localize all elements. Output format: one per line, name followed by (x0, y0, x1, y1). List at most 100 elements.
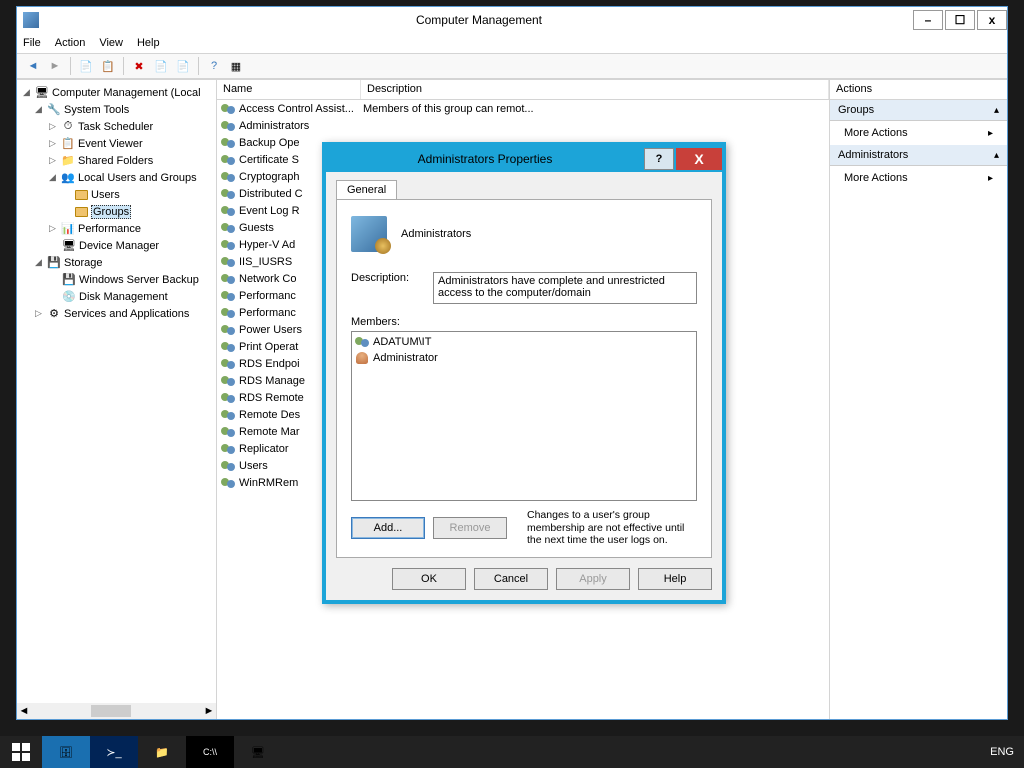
help-button[interactable]: Help (638, 568, 712, 590)
group-icon (220, 203, 236, 219)
back-button[interactable]: ◄ (23, 56, 43, 76)
remove-button[interactable]: Remove (433, 517, 507, 539)
group-icon (220, 271, 236, 287)
member-row[interactable]: ADATUM\IT (354, 334, 694, 350)
forward-button[interactable]: ► (45, 56, 65, 76)
group-icon (220, 220, 236, 236)
tree-users[interactable]: Users (17, 186, 216, 203)
member-icon (354, 334, 370, 350)
tree-storage[interactable]: ◢💾Storage (17, 254, 216, 271)
group-icon (220, 322, 236, 338)
tree-pane: ◢🖥Computer Management (Local ◢🔧System To… (17, 80, 217, 719)
group-icon (220, 152, 236, 168)
member-name: Administrator (373, 352, 438, 364)
toolbar: ◄ ► 📄 📋 ✖ 📄 📄 ? ▦ (17, 53, 1007, 79)
properties-dialog: Administrators Properties ? X General Ad… (322, 142, 726, 604)
group-icon (220, 424, 236, 440)
menubar: File Action View Help (17, 33, 1007, 53)
tree-system-tools[interactable]: ◢🔧System Tools (17, 101, 216, 118)
membership-note: Changes to a user's group membership are… (527, 509, 697, 547)
start-button[interactable] (0, 736, 42, 768)
taskbar-cmd[interactable]: C:\\ (186, 736, 234, 768)
taskbar-powershell[interactable]: ≻_ (90, 736, 138, 768)
list-row[interactable]: Administrators (217, 117, 829, 134)
tree-ws-backup[interactable]: 💾Windows Server Backup (17, 271, 216, 288)
group-icon (220, 186, 236, 202)
export-icon[interactable]: 📄 (173, 56, 193, 76)
titlebar: Computer Management – ☐ x (17, 7, 1007, 33)
tree-event-viewer[interactable]: ▷📋Event Viewer (17, 135, 216, 152)
list-row[interactable]: Access Control Assist...Members of this … (217, 100, 829, 117)
actions-section-groups[interactable]: Groups▴ (830, 100, 1007, 121)
taskbar: 🗄 ≻_ 📁 C:\\ 🖥 ENG (0, 736, 1024, 768)
tree-device-manager[interactable]: 🖥Device Manager (17, 237, 216, 254)
tree-shared-folders[interactable]: ▷📁Shared Folders (17, 152, 216, 169)
tab-general[interactable]: General (336, 180, 397, 199)
group-icon (220, 373, 236, 389)
description-label: Description: (351, 272, 433, 284)
col-name[interactable]: Name (217, 80, 361, 99)
row-name: Administrators (239, 120, 363, 132)
tree-services-apps[interactable]: ▷⚙Services and Applications (17, 305, 216, 322)
tree-scrollbar[interactable]: ◄► (17, 703, 216, 719)
col-description[interactable]: Description (361, 80, 829, 99)
language-indicator[interactable]: ENG (990, 746, 1014, 758)
tree-task-scheduler[interactable]: ▷⏱Task Scheduler (17, 118, 216, 135)
taskbar-explorer[interactable]: 📁 (138, 736, 186, 768)
taskbar-server-manager[interactable]: 🗄 (42, 736, 90, 768)
member-row[interactable]: Administrator (354, 350, 694, 366)
menu-file[interactable]: File (23, 37, 41, 49)
group-icon (220, 356, 236, 372)
dialog-close-button[interactable]: X (676, 148, 722, 170)
apply-button[interactable]: Apply (556, 568, 630, 590)
list-header: Name Description (217, 80, 829, 100)
group-icon (220, 169, 236, 185)
member-icon (354, 350, 370, 366)
row-name: Access Control Assist... (239, 103, 363, 115)
menu-help[interactable]: Help (137, 37, 160, 49)
actions-more-admins[interactable]: More Actions▸ (830, 166, 1007, 190)
ok-button[interactable]: OK (392, 568, 466, 590)
tree-groups[interactable]: Groups (17, 203, 216, 220)
group-icon (220, 135, 236, 151)
tree-root[interactable]: ◢🖥Computer Management (Local (17, 84, 216, 101)
delete-icon[interactable]: ✖ (129, 56, 149, 76)
menu-view[interactable]: View (99, 37, 123, 49)
group-icon (220, 254, 236, 270)
member-name: ADATUM\IT (373, 336, 431, 348)
actions-section-administrators[interactable]: Administrators▴ (830, 145, 1007, 166)
group-name: Administrators (401, 228, 471, 240)
description-field[interactable]: Administrators have complete and unrestr… (433, 272, 697, 304)
show-hide-icon[interactable]: ▦ (226, 56, 246, 76)
group-icon (220, 118, 236, 134)
row-desc: Members of this group can remot... (363, 103, 829, 115)
dialog-help-button[interactable]: ? (644, 148, 674, 170)
members-label: Members: (351, 316, 697, 328)
maximize-button[interactable]: ☐ (945, 10, 975, 30)
group-icon (220, 441, 236, 457)
minimize-button[interactable]: – (913, 10, 943, 30)
help-icon[interactable]: ? (204, 56, 224, 76)
app-icon (23, 12, 39, 28)
cancel-button[interactable]: Cancel (474, 568, 548, 590)
group-icon (220, 339, 236, 355)
up-icon[interactable]: 📄 (76, 56, 96, 76)
add-button[interactable]: Add... (351, 517, 425, 539)
group-icon (220, 390, 236, 406)
dialog-titlebar[interactable]: Administrators Properties ? X (326, 146, 722, 172)
tree-local-users-groups[interactable]: ◢👥Local Users and Groups (17, 169, 216, 186)
tree-performance[interactable]: ▷📊Performance (17, 220, 216, 237)
group-icon (220, 288, 236, 304)
taskbar-compmgmt[interactable]: 🖥 (234, 736, 282, 768)
dialog-title: Administrators Properties (326, 152, 644, 166)
group-icon (351, 216, 387, 252)
menu-action[interactable]: Action (55, 37, 86, 49)
system-tray[interactable]: ENG (980, 736, 1024, 768)
actions-more-groups[interactable]: More Actions▸ (830, 121, 1007, 145)
properties-icon[interactable]: 📋 (98, 56, 118, 76)
group-icon (220, 407, 236, 423)
members-listbox[interactable]: ADATUM\IT Administrator (351, 331, 697, 501)
refresh-icon[interactable]: 📄 (151, 56, 171, 76)
close-button[interactable]: x (977, 10, 1007, 30)
tree-disk-mgmt[interactable]: 💿Disk Management (17, 288, 216, 305)
